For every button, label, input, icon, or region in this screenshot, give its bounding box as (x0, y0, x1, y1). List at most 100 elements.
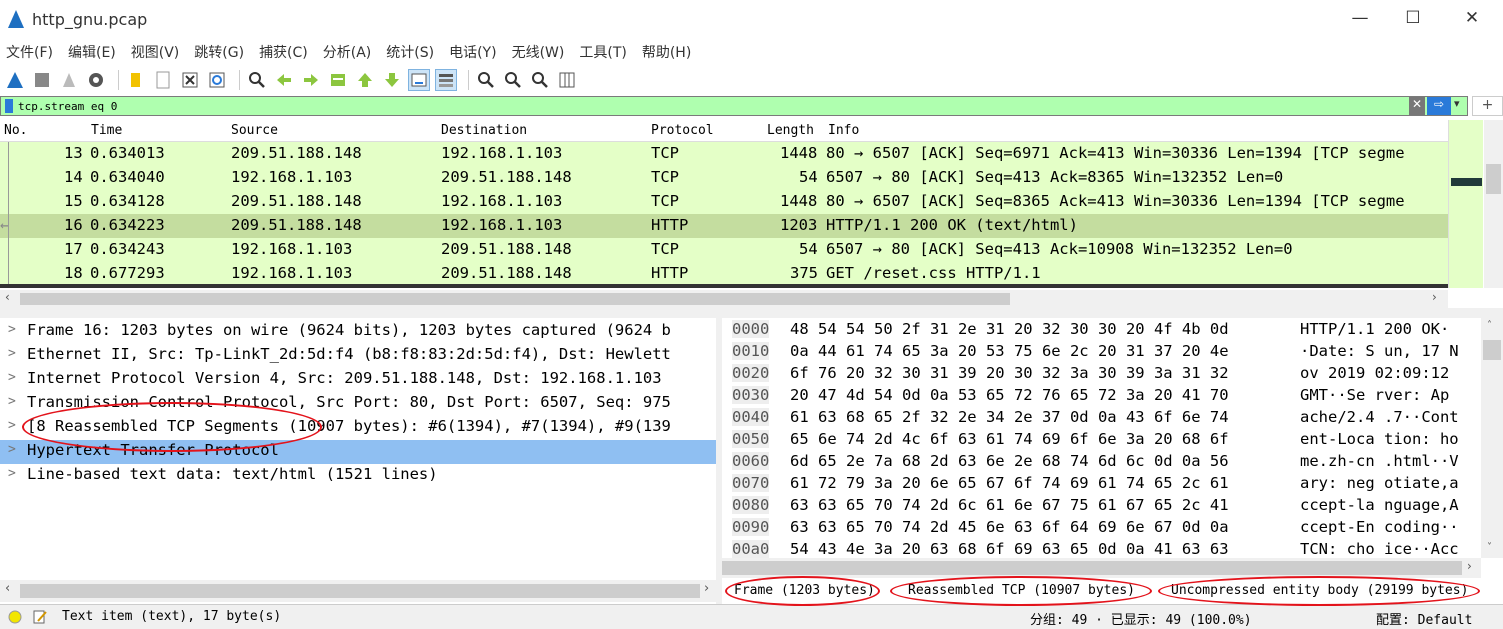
menu-analyze[interactable]: 分析(A) (323, 42, 372, 62)
table-row[interactable]: 15 0.634128 209.51.188.148 192.168.1.103… (0, 190, 1448, 214)
col-time[interactable]: Time (91, 123, 122, 138)
go-forward-icon[interactable] (300, 69, 322, 91)
table-row[interactable]: 18 0.677293 192.168.1.103 209.51.188.148… (0, 262, 1448, 286)
go-to-packet-icon[interactable] (327, 69, 349, 91)
tree-item-frame[interactable]: > Frame 16: 1203 bytes on wire (9624 bits… (0, 320, 716, 344)
expand-arrow-icon[interactable]: > (8, 370, 16, 385)
bookmark-icon[interactable] (4, 98, 14, 114)
expand-arrow-icon[interactable]: > (8, 394, 16, 409)
tree-item-tcp[interactable]: > Transmission Control Protocol, Src Port… (0, 392, 716, 416)
add-filter-button[interactable]: + (1472, 96, 1503, 116)
packet-list-vertical-scrollbar[interactable] (1484, 120, 1503, 288)
resize-columns-icon[interactable] (556, 69, 578, 91)
find-icon[interactable] (246, 69, 268, 91)
expand-arrow-icon[interactable]: > (8, 322, 16, 337)
tree-item-reassembled-segments[interactable]: > [8 Reassembled TCP Segments (10907 byte… (0, 416, 716, 440)
bytes-horizontal-scrollbar[interactable]: › (722, 558, 1481, 578)
profile-label[interactable]: 配置: Default (1376, 609, 1472, 628)
stop-icon[interactable] (31, 69, 53, 91)
display-filter-bar[interactable]: tcp.stream eq 0 ✕ ⇨ ▾ (0, 96, 1468, 116)
scroll-thumb[interactable] (20, 293, 1010, 305)
scroll-up-icon[interactable]: ˄ (1487, 320, 1492, 331)
zoom-in-icon[interactable] (475, 69, 497, 91)
bytes-row[interactable]: 0040 61 63 68 65 2f 32 2e 34 2e 37 0d 0a … (722, 408, 1480, 430)
col-destination[interactable]: Destination (441, 123, 527, 138)
scroll-thumb[interactable] (1486, 164, 1501, 194)
scroll-right-icon[interactable]: › (1467, 559, 1472, 573)
menu-edit[interactable]: 编辑(E) (68, 42, 116, 62)
close-file-icon[interactable] (179, 69, 201, 91)
bytes-row[interactable]: 0080 63 63 65 70 74 2d 6c 61 6e 67 75 61 … (722, 496, 1480, 518)
minimize-button[interactable]: — (1345, 8, 1375, 28)
expand-arrow-icon[interactable]: > (8, 418, 16, 433)
scroll-right-icon[interactable]: › (1432, 290, 1437, 304)
menu-view[interactable]: 视图(V) (131, 42, 180, 62)
menu-file[interactable]: 文件(F) (6, 42, 53, 62)
filter-input[interactable]: tcp.stream eq 0 (18, 100, 117, 113)
last-packet-icon[interactable] (381, 69, 403, 91)
shark-fin-icon[interactable] (4, 69, 26, 91)
menu-statistics[interactable]: 统计(S) (386, 42, 434, 62)
options-gear-icon[interactable] (85, 69, 107, 91)
expand-arrow-icon[interactable]: > (8, 346, 16, 361)
reload-icon[interactable] (206, 69, 228, 91)
expand-arrow-icon[interactable]: > (8, 442, 16, 457)
clear-filter-icon[interactable]: ✕ (1409, 97, 1425, 115)
tab-uncompressed-body[interactable]: Uncompressed entity body (29199 bytes) (1171, 583, 1468, 598)
apply-filter-icon[interactable]: ⇨ (1427, 97, 1451, 115)
bytes-row[interactable]: 0070 61 72 79 3a 20 6e 65 67 6f 74 69 61 … (722, 474, 1480, 496)
bytes-row[interactable]: 0020 6f 76 20 32 30 31 39 20 30 32 3a 30 … (722, 364, 1480, 386)
table-row[interactable]: 17 0.634243 192.168.1.103 209.51.188.148… (0, 238, 1448, 262)
bytes-vertical-scrollbar[interactable]: ˄ ˅ (1481, 318, 1503, 558)
autoscroll-icon[interactable] (408, 69, 430, 91)
pane-splitter[interactable] (0, 308, 1503, 318)
scroll-down-icon[interactable]: ˅ (1487, 542, 1492, 553)
col-length[interactable]: Length (767, 123, 814, 138)
colorize-icon[interactable] (435, 69, 457, 91)
table-row-selected[interactable]: ← 16 0.634223 209.51.188.148 192.168.1.1… (0, 214, 1448, 238)
packet-minimap[interactable] (1448, 120, 1483, 288)
col-protocol[interactable]: Protocol (651, 123, 714, 138)
bytes-row[interactable]: 0060 6d 65 2e 7a 68 2d 63 6e 2e 68 74 6d … (722, 452, 1480, 474)
table-row[interactable]: 13 0.634013 209.51.188.148 192.168.1.103… (0, 142, 1448, 166)
tree-item-ipv4[interactable]: > Internet Protocol Version 4, Src: 209.5… (0, 368, 716, 392)
maximize-button[interactable]: ☐ (1398, 8, 1428, 28)
menu-help[interactable]: 帮助(H) (642, 42, 691, 62)
normal-size-icon[interactable] (529, 69, 551, 91)
scroll-left-icon[interactable]: ‹ (5, 290, 10, 304)
capture-comment-icon[interactable] (32, 609, 48, 625)
packet-list-horizontal-scrollbar[interactable]: ‹ › (0, 290, 1448, 308)
tree-item-text-data[interactable]: > Line-based text data: text/html (1521 l… (0, 464, 716, 488)
scroll-thumb[interactable] (722, 561, 1462, 575)
tree-item-ethernet[interactable]: > Ethernet II, Src: Tp-LinkT_2d:5d:f4 (b8… (0, 344, 716, 368)
scroll-thumb[interactable] (1483, 340, 1501, 360)
table-row[interactable]: 14 0.634040 192.168.1.103 209.51.188.148… (0, 166, 1448, 190)
bytes-row[interactable]: 0000 48 54 54 50 2f 31 2e 31 20 32 30 30 … (722, 320, 1480, 342)
tab-reassembled-tcp[interactable]: Reassembled TCP (10907 bytes) (908, 583, 1135, 598)
filter-dropdown-icon[interactable]: ▾ (1454, 97, 1460, 110)
file-icon[interactable] (152, 69, 174, 91)
scroll-left-icon[interactable]: ‹ (5, 581, 10, 596)
bytes-row[interactable]: 00a0 54 43 4e 3a 20 63 68 6f 69 63 65 0d … (722, 540, 1480, 558)
details-horizontal-scrollbar[interactable]: ‹ › (0, 580, 716, 602)
bytes-row[interactable]: 0030 20 47 4d 54 0d 0a 53 65 72 76 65 72 … (722, 386, 1480, 408)
expand-arrow-icon[interactable]: > (8, 466, 16, 481)
col-no[interactable]: No. (4, 123, 27, 138)
close-button[interactable]: ✕ (1457, 8, 1487, 28)
scroll-right-icon[interactable]: › (704, 581, 709, 596)
first-packet-icon[interactable] (354, 69, 376, 91)
zoom-out-icon[interactable] (502, 69, 524, 91)
menu-wireless[interactable]: 无线(W) (512, 42, 565, 62)
bytes-row[interactable]: 0010 0a 44 61 74 65 3a 20 53 75 6e 2c 20 … (722, 342, 1480, 364)
bytes-row[interactable]: 0050 65 6e 74 2d 4c 6f 63 61 74 69 6f 6e … (722, 430, 1480, 452)
tab-frame[interactable]: Frame (1203 bytes) (734, 583, 875, 598)
bytes-row[interactable]: 0090 63 63 65 70 74 2d 45 6e 63 6f 64 69 … (722, 518, 1480, 540)
open-folder-icon[interactable] (125, 69, 147, 91)
scroll-thumb[interactable] (20, 584, 700, 598)
tree-item-http[interactable]: > Hypertext Transfer Protocol (0, 440, 716, 464)
menu-telephony[interactable]: 电话(Y) (449, 42, 496, 62)
menu-capture[interactable]: 捕获(C) (259, 42, 308, 62)
expert-info-icon[interactable] (8, 610, 22, 624)
menu-go[interactable]: 跳转(G) (194, 42, 244, 62)
go-back-icon[interactable] (273, 69, 295, 91)
